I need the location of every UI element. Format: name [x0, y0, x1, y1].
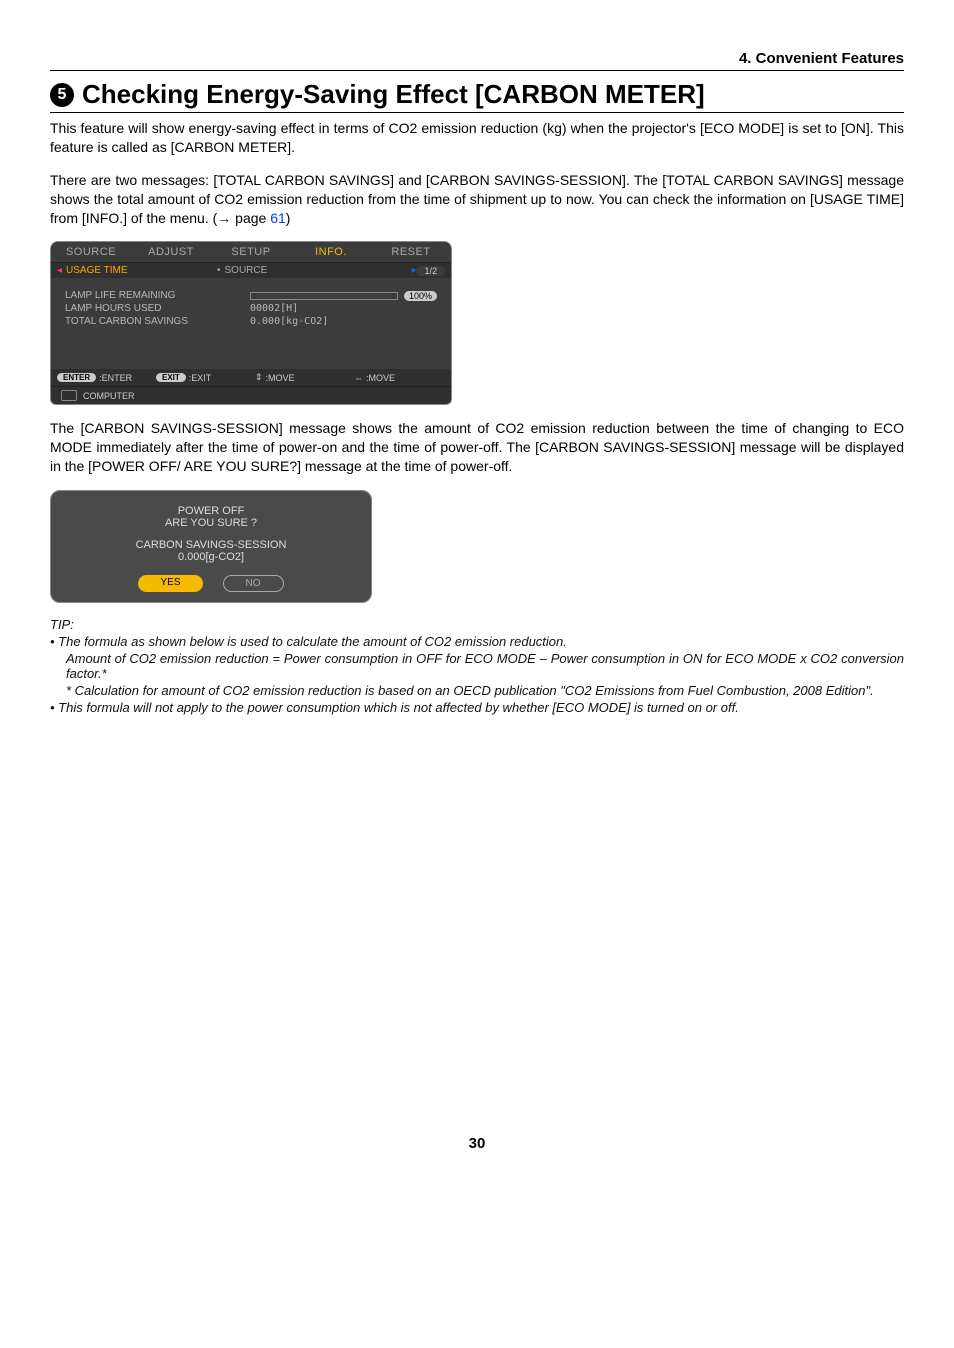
dialog-line-4: 0.000[g-CO2]: [61, 551, 361, 563]
osd-content: LAMP LIFE REMAINING 100% LAMP HOURS USED…: [51, 278, 451, 369]
section-title-text: Checking Energy-Saving Effect [CARBON ME…: [82, 79, 705, 110]
osd-lamp-hours-value: 00002[H]: [250, 303, 437, 314]
tip-line-2: Amount of CO2 emission reduction = Power…: [50, 651, 904, 681]
header-rule: 4. Convenient Features: [50, 50, 904, 71]
dialog-line-1: POWER OFF: [61, 505, 361, 517]
tip-bullet-2: This formula will not apply to the power…: [50, 700, 904, 715]
osd-page-indicator: 1/2: [416, 266, 445, 276]
osd-subrow: ◂ USAGE TIME • SOURCE ▸ 1/2: [51, 263, 451, 278]
osd-footer-2: COMPUTER: [51, 386, 451, 404]
progress-bar-icon: [250, 292, 398, 300]
dialog-buttons: YES NO: [61, 575, 361, 592]
tip-star: * Calculation for amount of CO2 emission…: [50, 683, 904, 698]
osd-move-label-1: :MOVE: [266, 373, 295, 383]
osd-tab-info: INFO.: [291, 242, 371, 262]
tip-heading: TIP:: [50, 617, 904, 632]
osd-tab-source: SOURCE: [51, 242, 131, 262]
osd-exit-label: :EXIT: [189, 373, 212, 383]
osd-sub-left: USAGE TIME: [66, 265, 128, 276]
dialog-line-3: CARBON SAVINGS-SESSION: [61, 539, 361, 551]
osd-footer: ENTER :ENTER EXIT :EXIT ⇕ :MOVE ⇔ :MOVE: [51, 369, 451, 386]
triangle-left-icon: ◂: [57, 265, 62, 276]
poweroff-dialog-screenshot: POWER OFF ARE YOU SURE ? CARBON SAVINGS-…: [50, 490, 372, 603]
osd-carbon-label: TOTAL CARBON SAVINGS: [65, 316, 250, 327]
section-heading: 5 Checking Energy-Saving Effect [CARBON …: [50, 79, 904, 113]
dialog-yes-button: YES: [138, 575, 202, 592]
osd-source-label: COMPUTER: [83, 391, 135, 401]
osd-carbon-value: 0.000[kg-CO2]: [250, 316, 437, 327]
page-link-61[interactable]: 61: [270, 210, 286, 226]
osd-sub-mid: SOURCE: [225, 265, 268, 276]
leftright-arrow-icon: ⇔: [354, 373, 363, 383]
page-number: 30: [50, 1135, 904, 1152]
paragraph-1: This feature will show energy-saving eff…: [50, 119, 904, 157]
osd-lamp-life-label: LAMP LIFE REMAINING: [65, 290, 250, 301]
tip-bullet-1: The formula as shown below is used to ca…: [50, 634, 904, 649]
osd-lamp-life-badge: 100%: [404, 291, 437, 301]
osd-lamp-hours-label: LAMP HOURS USED: [65, 303, 250, 314]
paragraph-2-post: ): [286, 210, 291, 226]
osd-sub-bullet: •: [217, 265, 221, 276]
section-number-icon: 5: [50, 83, 74, 107]
section-label: 4. Convenient Features: [739, 50, 904, 67]
updown-arrow-icon: ⇕: [255, 372, 263, 383]
paragraph-3: The [CARBON SAVINGS-SESSION] message sho…: [50, 419, 904, 476]
tip-block: TIP: The formula as shown below is used …: [50, 617, 904, 715]
dialog-line-2: ARE YOU SURE ?: [61, 517, 361, 529]
osd-enter-label: :ENTER: [99, 373, 132, 383]
paragraph-2: There are two messages: [TOTAL CARBON SA…: [50, 171, 904, 228]
paragraph-2-pre: There are two messages: [TOTAL CARBON SA…: [50, 172, 904, 226]
dialog-no-button: NO: [223, 575, 284, 592]
osd-menu-screenshot: SOURCE ADJUST SETUP INFO. RESET ◂ USAGE …: [50, 241, 452, 405]
osd-move-label-2: :MOVE: [366, 373, 395, 383]
osd-tab-reset: RESET: [371, 242, 451, 262]
exit-pill-icon: EXIT: [156, 373, 186, 382]
projector-icon: [61, 390, 77, 401]
osd-tabs: SOURCE ADJUST SETUP INFO. RESET: [51, 242, 451, 263]
osd-tab-adjust: ADJUST: [131, 242, 211, 262]
enter-pill-icon: ENTER: [57, 373, 96, 382]
osd-tab-setup: SETUP: [211, 242, 291, 262]
